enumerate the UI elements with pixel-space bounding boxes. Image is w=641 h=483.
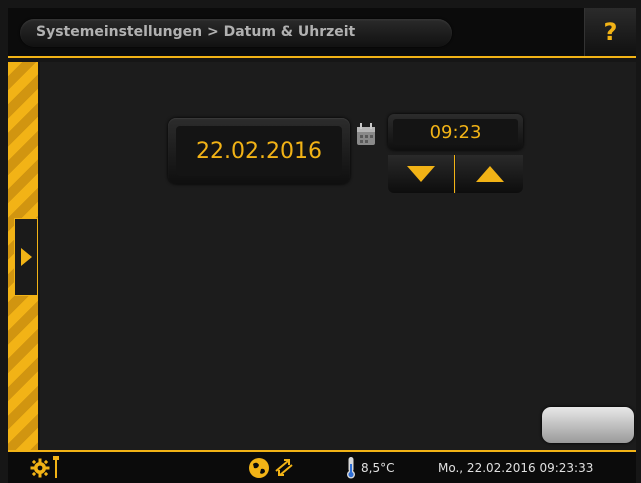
status-bar: 8,5°C Mo., 22.02.2016 09:23:33 xyxy=(8,450,636,483)
gear-icon[interactable] xyxy=(30,458,50,478)
globe-icon[interactable] xyxy=(248,457,270,479)
page-title-pill: Systemeinstellungen > Datum & Uhrzeit xyxy=(20,19,452,47)
time-control: 09:23 xyxy=(388,114,523,194)
date-field[interactable]: 22.02.2016 xyxy=(168,118,350,184)
help-button[interactable]: ? xyxy=(584,8,636,56)
wrench-icon[interactable] xyxy=(52,456,60,480)
calendar-icon[interactable] xyxy=(356,122,376,146)
header-bar: Systemeinstellungen > Datum & Uhrzeit ? xyxy=(8,8,636,58)
date-value: 22.02.2016 xyxy=(176,126,342,176)
arrow-down-icon xyxy=(407,166,435,182)
arrow-up-icon xyxy=(475,166,504,182)
confirm-button[interactable] xyxy=(542,407,634,443)
time-value: 09:23 xyxy=(393,119,518,145)
page-title: Systemeinstellungen > Datum & Uhrzeit xyxy=(36,24,356,40)
side-panel-toggle[interactable] xyxy=(14,218,38,296)
decrement-button[interactable] xyxy=(388,155,455,193)
thermometer-icon xyxy=(347,457,355,479)
time-field[interactable]: 09:23 xyxy=(388,114,523,150)
exchange-arrows-icon[interactable] xyxy=(272,457,296,479)
status-datetime: Mo., 22.02.2016 09:23:33 xyxy=(438,461,594,475)
increment-button[interactable] xyxy=(456,155,523,193)
temperature-readout: 8,5°C xyxy=(361,461,395,475)
chevron-right-icon xyxy=(20,248,32,266)
